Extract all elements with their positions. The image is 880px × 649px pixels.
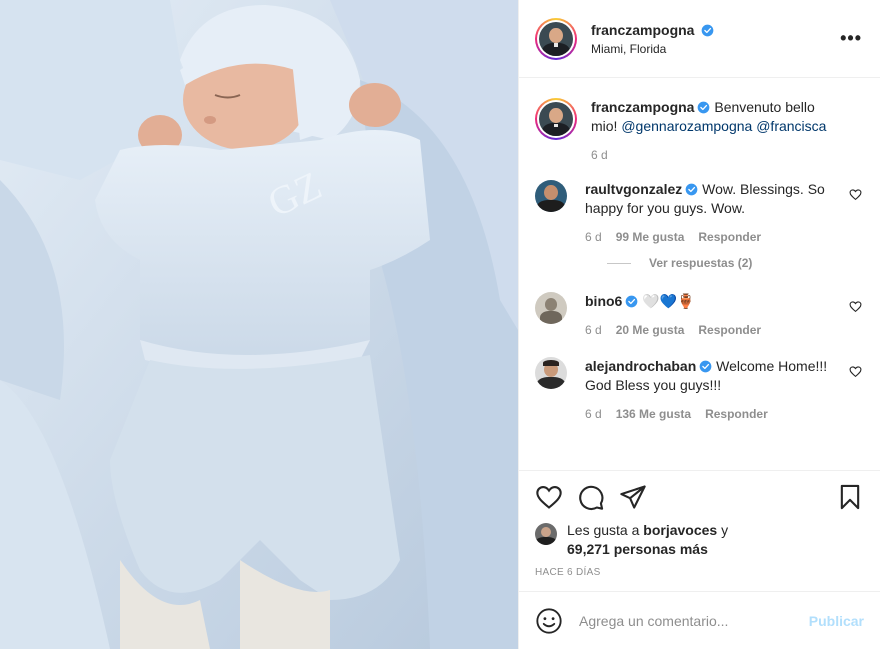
comment-username[interactable]: bino6 xyxy=(585,293,622,309)
caption-time[interactable]: 6 d xyxy=(591,148,608,162)
liker-avatar[interactable] xyxy=(535,523,557,545)
mention-link[interactable]: @francisca xyxy=(756,118,826,134)
comment-input[interactable] xyxy=(579,612,809,629)
view-replies-button[interactable]: Ver respuestas (2) xyxy=(607,256,864,270)
post-timestamp[interactable]: HACE 6 DÍAS xyxy=(535,567,864,578)
liker-username[interactable]: borjavoces xyxy=(643,522,717,538)
publish-button[interactable]: Publicar xyxy=(809,613,864,629)
comment-item: raultvgonzalez Wow. Blessings. So happy … xyxy=(535,180,864,244)
comment-time[interactable]: 6 d xyxy=(585,230,602,244)
verified-badge-icon xyxy=(625,295,638,308)
commenter-avatar[interactable] xyxy=(535,292,567,324)
post-detail-panel: franczampogna Miami, Florida ••• francza… xyxy=(518,0,880,649)
verified-badge-icon xyxy=(702,24,714,36)
comment-like-heart-icon[interactable] xyxy=(849,300,862,313)
comment-like-heart-icon[interactable] xyxy=(849,188,862,201)
commenter-avatar[interactable] xyxy=(535,180,567,212)
replies-divider xyxy=(607,262,631,264)
comment-likes[interactable]: 136 Me gusta xyxy=(616,407,691,421)
author-username[interactable]: franczampogna xyxy=(591,22,694,38)
more-options-icon[interactable]: ••• xyxy=(840,28,862,49)
caption-username[interactable]: franczampogna xyxy=(591,99,694,115)
reply-button[interactable]: Responder xyxy=(698,230,761,244)
comment-item: alejandrochaban Welcome Home!!! God Bles… xyxy=(535,357,864,421)
reply-button[interactable]: Responder xyxy=(698,323,761,337)
smiley-icon[interactable] xyxy=(535,607,563,635)
verified-badge-icon xyxy=(699,360,712,373)
mention-link[interactable]: @gennarozampogna xyxy=(621,118,752,134)
paper-plane-icon[interactable] xyxy=(619,483,647,511)
post-caption: franczampogna Benvenuto bello mio! @genn… xyxy=(535,98,864,162)
heart-icon[interactable] xyxy=(535,483,563,511)
post-actions: Les gusta a borjavoces y 69,271 personas… xyxy=(519,470,880,590)
comment-time[interactable]: 6 d xyxy=(585,407,602,421)
view-replies-label: Ver respuestas (2) xyxy=(649,256,753,270)
commenter-avatar[interactable] xyxy=(535,357,567,389)
likes-count[interactable]: 69,271 personas más xyxy=(567,541,708,557)
likes-prefix: Les gusta a xyxy=(567,522,640,538)
post-location[interactable]: Miami, Florida xyxy=(591,42,714,56)
verified-badge-icon xyxy=(685,183,698,196)
caption-avatar[interactable] xyxy=(535,98,577,140)
comments-list[interactable]: franczampogna Benvenuto bello mio! @genn… xyxy=(519,78,880,468)
reply-button[interactable]: Responder xyxy=(705,407,768,421)
verified-badge-icon xyxy=(698,101,710,114)
comment-username[interactable]: raultvgonzalez xyxy=(585,181,682,197)
post-header: franczampogna Miami, Florida ••• xyxy=(519,0,880,78)
comment-item: bino6 🤍💙🏺 6 d 20 Me gusta Responder xyxy=(535,292,864,337)
comment-text: 🤍💙🏺 xyxy=(642,293,695,309)
comment-username[interactable]: alejandrochaban xyxy=(585,358,696,374)
baby-photo-illustration: GZ xyxy=(0,0,518,649)
author-avatar[interactable] xyxy=(535,17,577,60)
comment-likes[interactable]: 20 Me gusta xyxy=(616,323,685,337)
comment-time[interactable]: 6 d xyxy=(585,323,602,337)
post-photo[interactable]: GZ xyxy=(0,0,518,649)
comment-likes[interactable]: 99 Me gusta xyxy=(616,230,685,244)
comment-like-heart-icon[interactable] xyxy=(849,365,862,378)
add-comment-bar: Publicar xyxy=(519,591,880,649)
likes-summary: Les gusta a borjavoces y 69,271 personas… xyxy=(535,521,864,559)
comment-bubble-icon[interactable] xyxy=(577,483,605,511)
bookmark-icon[interactable] xyxy=(836,483,864,511)
likes-connector: y xyxy=(721,522,729,538)
